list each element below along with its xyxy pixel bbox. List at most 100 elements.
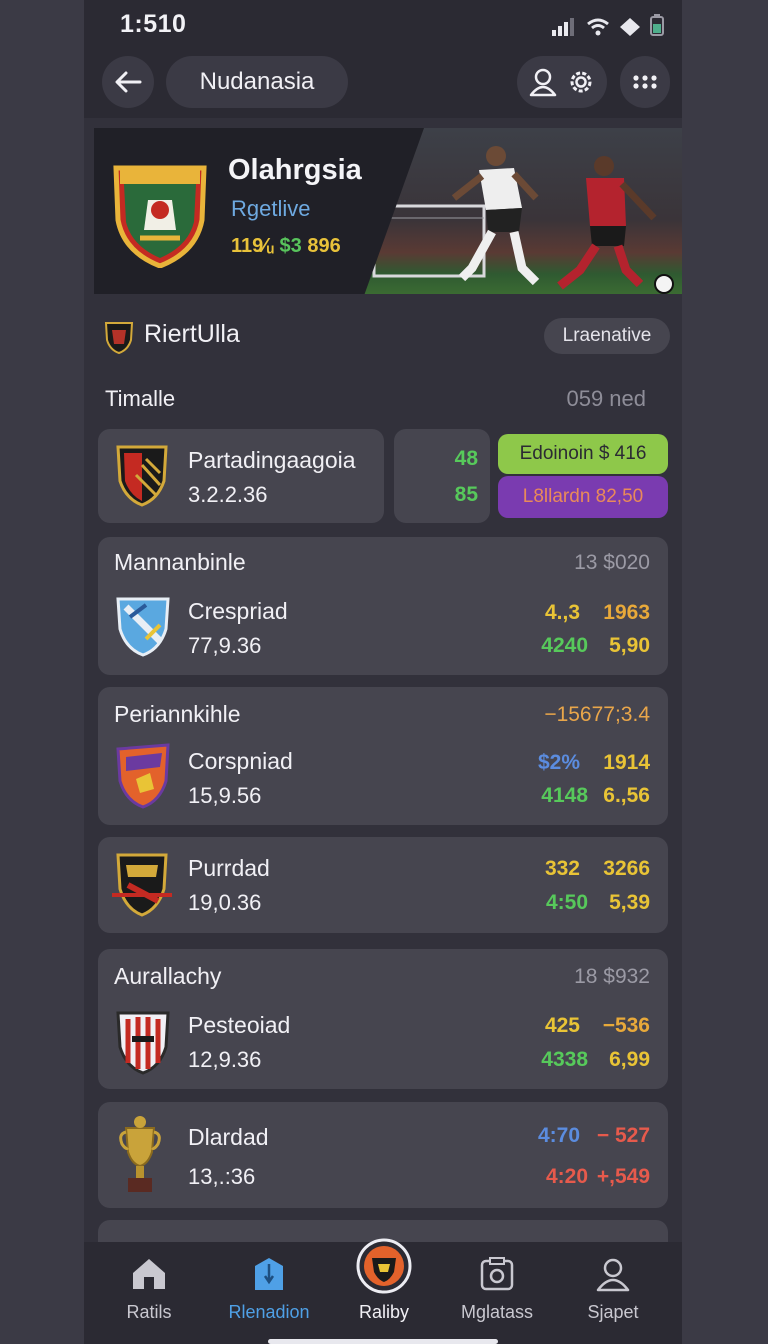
hero-stat-b: $3: [279, 235, 302, 257]
odd-value[interactable]: +,549: [597, 1165, 650, 1189]
team-value: 12,9.36: [188, 1047, 262, 1072]
phone-screen: 1:510 Nudanasia Olahrgsia Rgetlive 119⁄ᵤ…: [84, 0, 682, 1344]
nav-label: Raliby: [358, 1302, 410, 1322]
status-icons: [552, 14, 664, 36]
package-icon: [480, 1257, 514, 1291]
team-crest-icon: [112, 853, 172, 917]
odd-value[interactable]: −536: [603, 1014, 650, 1038]
club-badge-icon: [356, 1238, 412, 1294]
match-row-card[interactable]: Purrdad 19,0.36 332 3266 4:50 5,39: [98, 837, 668, 933]
more-dots-icon: [633, 75, 657, 89]
team-value: 13,.:36: [188, 1164, 256, 1189]
team-crest-icon: [116, 1011, 170, 1075]
section-count: 059 ned: [566, 386, 646, 411]
more-button[interactable]: [620, 56, 670, 108]
team-name: Purrdad: [188, 855, 270, 881]
group-count: 13 $020: [574, 551, 650, 574]
club-crest-icon: [113, 165, 207, 268]
match-group-card[interactable]: Aurallachy 18 $932 Pesteoiad 12,9.36 425…: [98, 949, 668, 1089]
gear-icon[interactable]: [566, 67, 596, 97]
team-name: Corspniad: [188, 748, 293, 774]
battery-icon: [650, 14, 664, 36]
league-name: RiertUlla: [144, 320, 240, 348]
section-label: Timalle: [105, 386, 176, 411]
odd-value[interactable]: 4:50: [546, 891, 588, 915]
nav-label: Mglatass: [460, 1302, 534, 1322]
odd-value: 48: [454, 447, 478, 470]
odd-value[interactable]: 4:20: [546, 1165, 588, 1189]
team-crest-icon: [116, 445, 168, 507]
odd-value[interactable]: 332: [545, 857, 580, 881]
hero-stats: 119⁄ᵤ $3 896: [231, 235, 341, 258]
tag-icon: [255, 1258, 283, 1290]
trophy-icon: [119, 1116, 161, 1192]
odd-value[interactable]: 6.,56: [603, 784, 650, 808]
odd-value: 85: [454, 483, 478, 506]
odd-value[interactable]: 1963: [603, 601, 650, 625]
odd-value[interactable]: 6,99: [609, 1048, 650, 1072]
data-icon: [620, 18, 640, 36]
nav-item-rlenadion[interactable]: Rlenadion: [214, 1242, 324, 1342]
odd-value[interactable]: $2%: [538, 751, 580, 775]
user-icon[interactable]: [528, 67, 558, 97]
match-row-card[interactable]: Dlardad 13,.:36 4:70 − 527 4:20 +,549: [98, 1102, 668, 1208]
league-logo-icon: [104, 322, 134, 354]
hero-stat-a: 119⁄ᵤ: [231, 235, 274, 257]
odd-value[interactable]: 1914: [603, 751, 650, 775]
team-crest-icon: [116, 743, 170, 809]
top-bar: Nudanasia: [84, 52, 682, 118]
odd-value[interactable]: 4:70: [538, 1124, 580, 1148]
group-count: −15677;3.4: [544, 703, 650, 726]
nav-item-raliby[interactable]: Raliby: [329, 1238, 439, 1342]
team-value: 15,9.56: [188, 783, 262, 808]
group-title: Mannanbinle: [114, 549, 246, 575]
group-title: Aurallachy: [114, 963, 222, 989]
nav-item-sjapet[interactable]: Sjapet: [558, 1242, 668, 1342]
featured-odds-card[interactable]: 48 85: [394, 429, 490, 523]
back-button[interactable]: [102, 56, 154, 108]
wifi-icon: [587, 18, 609, 36]
hero-title: Olahrgsia: [228, 154, 362, 186]
signal-icon: [552, 18, 574, 36]
odd-value[interactable]: 4338: [541, 1048, 588, 1072]
nav-item-mglatass[interactable]: Mglatass: [442, 1242, 552, 1342]
odd-value[interactable]: 5,39: [609, 891, 650, 915]
match-group-card[interactable]: Mannanbinle 13 $020 Crespriad 77,9.36 4.…: [98, 537, 668, 675]
team-value: 77,9.36: [188, 633, 262, 658]
nav-label: Rlenadion: [228, 1302, 310, 1322]
bet-tag-green[interactable]: Edoinoin $ 416: [498, 434, 668, 474]
profile-icon: [596, 1258, 630, 1292]
odd-value[interactable]: 3266: [603, 857, 650, 881]
status-bar: 1:510: [84, 0, 682, 52]
alternative-button[interactable]: Lraenative: [544, 318, 670, 354]
featured-match-card[interactable]: Partadingaagoia 3.2.2.36: [98, 429, 384, 523]
page-title[interactable]: Nudanasia: [166, 56, 348, 108]
nav-label: Ratils: [126, 1302, 172, 1322]
bet-tag-purple[interactable]: L8llardn 82,50: [498, 476, 668, 518]
team-name: Crespriad: [188, 598, 288, 624]
odd-value[interactable]: 4240: [541, 634, 588, 658]
home-indicator[interactable]: [268, 1339, 498, 1344]
group-title: Periannkihle: [114, 701, 241, 727]
group-count: 18 $932: [574, 965, 650, 988]
hero-banner[interactable]: Olahrgsia Rgetlive 119⁄ᵤ $3 896: [94, 128, 682, 294]
home-icon: [133, 1259, 165, 1289]
team-name: Pesteoiad: [188, 1012, 291, 1038]
status-time: 1:510: [120, 10, 187, 38]
odd-value[interactable]: 425: [545, 1014, 580, 1038]
hero-subtitle: Rgetlive: [231, 196, 311, 221]
odd-value[interactable]: 5,90: [609, 634, 650, 658]
league-header: RiertUlla Lraenative: [104, 316, 670, 358]
team-value: 3.2.2.36: [188, 482, 268, 507]
odd-value[interactable]: 4148: [541, 784, 588, 808]
nav-item-ratils[interactable]: Ratils: [94, 1242, 204, 1342]
team-name: Partadingaagoia: [188, 447, 356, 473]
odd-value[interactable]: 4.,3: [545, 601, 580, 625]
team-name: Dlardad: [188, 1124, 269, 1150]
account-settings-group: [517, 56, 607, 108]
team-value: 19,0.36: [188, 890, 262, 915]
match-group-card[interactable]: Periannkihle −15677;3.4 Corspniad 15,9.5…: [98, 687, 668, 825]
odd-value[interactable]: − 527: [597, 1124, 650, 1148]
hero-stat-c: 896: [307, 235, 341, 257]
bottom-navigation: Ratils Rlenadion Raliby Mglatass Sjapet: [84, 1238, 682, 1344]
